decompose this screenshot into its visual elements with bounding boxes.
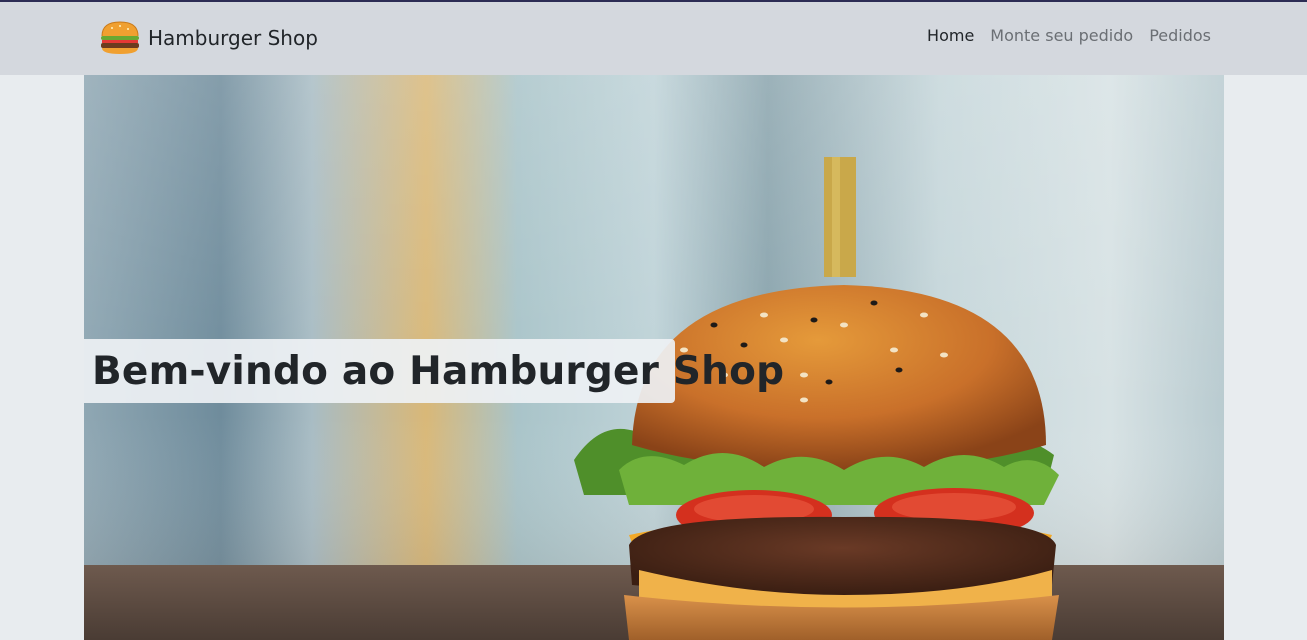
nav-link-monte-seu-pedido[interactable]: Monte seu pedido bbox=[990, 26, 1133, 45]
nav-link-home[interactable]: Home bbox=[927, 26, 974, 45]
navbar: Hamburger Shop Home Monte seu pedido Ped… bbox=[0, 2, 1307, 75]
nav-link-pedidos[interactable]: Pedidos bbox=[1149, 26, 1211, 45]
brand-name: Hamburger Shop bbox=[148, 26, 318, 50]
hero-title-box: Bem-vindo ao Hamburger Shop bbox=[84, 339, 784, 403]
hero-title: Bem-vindo ao Hamburger Shop bbox=[92, 348, 785, 394]
hamburger-icon bbox=[101, 21, 139, 54]
nav-links: Home Monte seu pedido Pedidos bbox=[927, 26, 1211, 45]
brand-link[interactable]: Hamburger Shop bbox=[100, 20, 318, 56]
